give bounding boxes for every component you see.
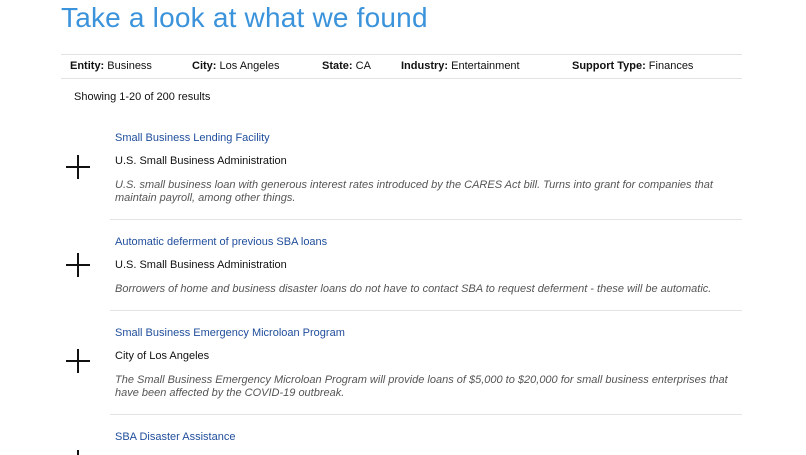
result-divider: [110, 219, 742, 220]
page-title: Take a look at what we found: [61, 2, 428, 33]
filter-industry-value: Entertainment: [451, 60, 520, 72]
result-organization: U.S. Small Business Administration: [115, 259, 287, 271]
filter-state-label: State:: [322, 60, 353, 72]
result-description: U.S. small business loan with generous i…: [115, 179, 713, 204]
filter-entity-label: Entity:: [70, 60, 105, 72]
plus-icon[interactable]: [66, 349, 90, 373]
result-description: The Small Business Emergency Microloan P…: [115, 374, 728, 399]
plus-icon[interactable]: [66, 450, 90, 455]
result-organization: U.S. Small Business Administration: [115, 155, 287, 167]
filter-city-label: City:: [192, 60, 217, 72]
result-title-link[interactable]: SBA Disaster Assistance: [115, 431, 235, 443]
result-item: Automatic deferment of previous SBA loan…: [61, 232, 742, 312]
result-item: Small Business Emergency Microloan Progr…: [61, 323, 742, 416]
plus-icon[interactable]: [66, 155, 90, 179]
result-title-link[interactable]: Small Business Emergency Microloan Progr…: [115, 327, 345, 339]
filter-state-value: CA: [355, 60, 371, 72]
result-divider: [110, 310, 742, 311]
filter-summary-bar: Entity: Business City: Los Angeles State…: [61, 54, 742, 79]
filter-state: State: CA: [322, 60, 371, 72]
filter-entity-value: Business: [107, 60, 152, 72]
plus-icon[interactable]: [66, 253, 90, 277]
result-organization: City of Los Angeles: [115, 350, 210, 362]
result-title-link[interactable]: Small Business Lending Facility: [115, 132, 270, 144]
filter-city: City: Los Angeles: [192, 60, 279, 72]
filter-entity: Entity: Business: [70, 60, 152, 72]
results-count: Showing 1-20 of 200 results: [74, 91, 211, 103]
result-description: Borrowers of home and business disaster …: [115, 283, 712, 295]
result-divider: [110, 414, 742, 415]
filter-industry: Industry: Entertainment: [401, 60, 520, 72]
result-item: SBA Disaster Assistance: [61, 427, 742, 455]
result-item: Small Business Lending Facility U.S. Sma…: [61, 128, 742, 221]
filter-support-type-value: Finances: [648, 60, 694, 72]
filter-city-value: Los Angeles: [219, 60, 280, 72]
result-title-link[interactable]: Automatic deferment of previous SBA loan…: [115, 236, 327, 248]
filter-support-type-label: Support Type:: [572, 60, 646, 72]
filter-support-type: Support Type: Finances: [572, 60, 693, 72]
search-results-page: Take a look at what we found Entity: Bus…: [0, 0, 806, 455]
filter-industry-label: Industry:: [401, 60, 449, 72]
